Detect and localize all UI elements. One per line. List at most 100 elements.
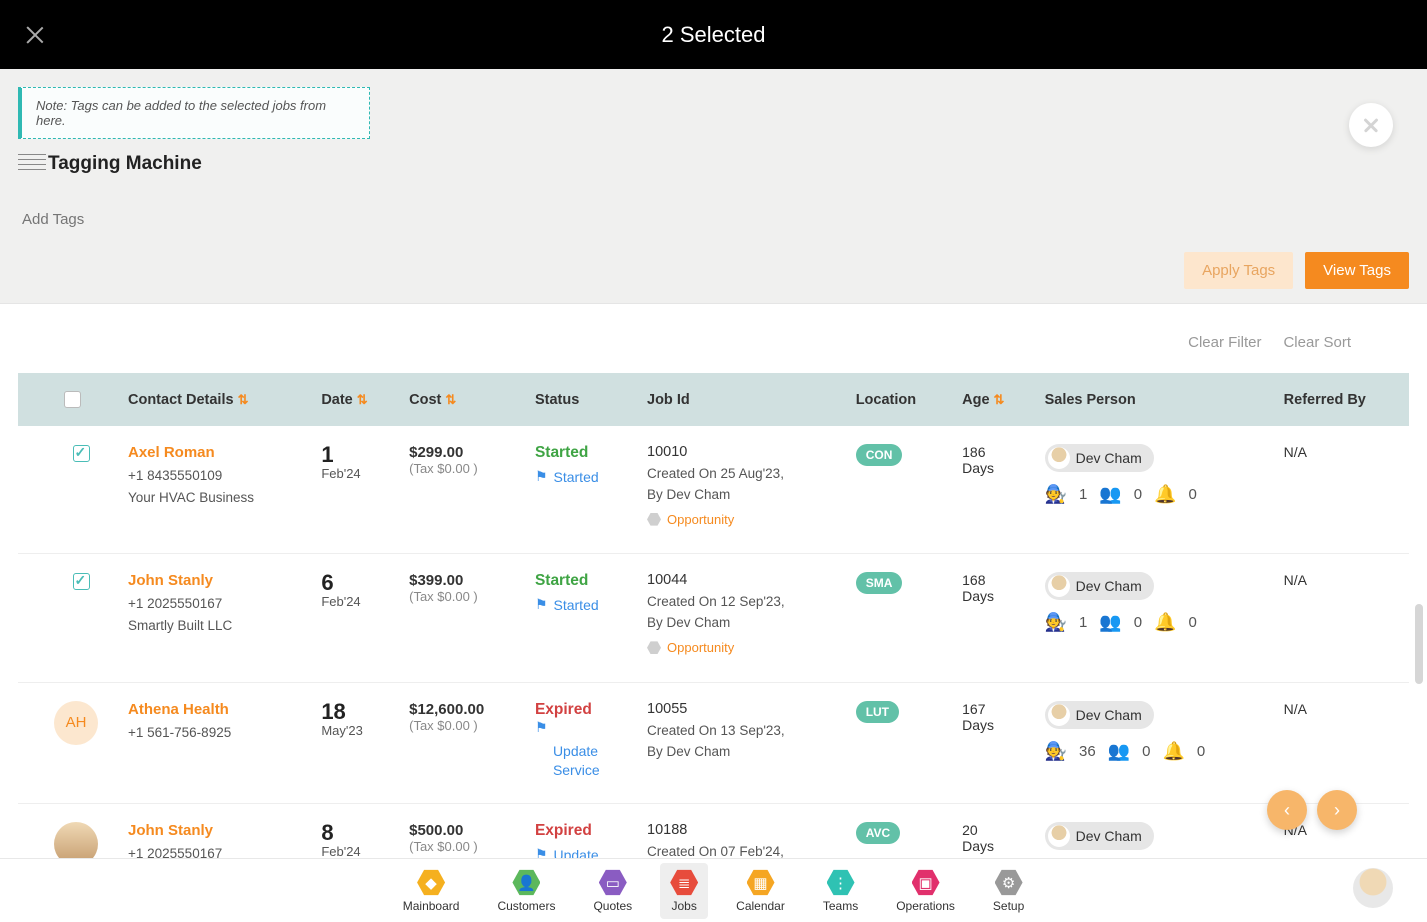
table-row[interactable]: Axel Roman +1 8435550109 Your HVAC Busin… [18,426,1409,554]
age-value: 167Days [952,682,1034,804]
row-checkbox[interactable] [73,445,90,462]
nav-teams[interactable]: ⋮Teams [813,863,868,919]
date-day: 1 [321,444,389,466]
opportunity-badge: Opportunity [647,512,734,527]
nav-label: Quotes [593,899,632,913]
col-contact[interactable]: Contact Details⇅ [118,373,311,426]
nav-jobs[interactable]: ≣Jobs [660,863,708,919]
prev-page-button[interactable]: ‹ [1267,790,1307,830]
group-icon: 👥 [1108,741,1130,762]
location-badge: CON [856,444,903,466]
tagging-note: Note: Tags can be added to the selected … [18,87,370,139]
tagging-panel: Note: Tags can be added to the selected … [0,69,1427,304]
row-checkbox[interactable] [73,573,90,590]
sort-icon[interactable]: ⇅ [994,392,1005,407]
sort-icon[interactable]: ⇅ [445,392,456,407]
col-location: Location [846,373,952,426]
cost-tax: (Tax $0.00 ) [409,589,515,604]
flag-icon: ⚑ [535,596,548,613]
operations-icon: ▣ [912,869,940,897]
close-panel-icon[interactable] [1349,103,1393,147]
cost-value: $12,600.00 [409,701,515,718]
date-day: 18 [321,701,389,723]
select-all-checkbox[interactable] [64,391,81,408]
hex-icon [647,512,661,526]
date-day: 8 [321,822,389,844]
referred-value: N/A [1274,682,1409,804]
location-badge: SMA [856,572,903,594]
person-icon: 🧑‍🔧 [1045,484,1067,505]
status-action-link[interactable]: ⚑Started [535,468,599,485]
sort-icon[interactable]: ⇅ [238,392,249,407]
col-sales: Sales Person [1035,373,1274,426]
nav-mainboard[interactable]: ◆Mainboard [393,863,470,919]
sales-person-chip[interactable]: Dev Cham [1045,444,1154,472]
bell-icon: 🔔 [1154,612,1176,633]
nav-calendar[interactable]: ▦Calendar [726,863,795,919]
table-row[interactable]: AH Athena Health +1 561-756-8925 18 May'… [18,682,1409,804]
next-page-button[interactable]: › [1317,790,1357,830]
nav-label: Setup [993,899,1024,913]
date-day: 6 [321,572,389,594]
date-month: Feb'24 [321,466,389,481]
status-value: Started [535,572,627,590]
sales-person-chip[interactable]: Dev Cham [1045,822,1154,850]
jobid-value: 10044 [647,572,836,588]
sales-person-chip[interactable]: Dev Cham [1045,701,1154,729]
cost-value: $299.00 [409,444,515,461]
cost-value: $500.00 [409,822,515,839]
mainboard-icon: ◆ [417,869,445,897]
bell-icon: 🔔 [1162,741,1184,762]
pagination-arrows: ‹ › [1267,790,1357,830]
clear-sort-link[interactable]: Clear Sort [1283,334,1351,351]
jobs-content: Clear Filter Clear Sort Contact Details⇅… [0,304,1427,871]
close-icon[interactable] [24,24,46,46]
jobid-value: 10188 [647,822,836,838]
contact-phone: +1 561-756-8925 [128,722,301,744]
sales-person-chip[interactable]: Dev Cham [1045,572,1154,600]
nav-operations[interactable]: ▣ Operations [886,863,965,919]
col-cost[interactable]: Cost⇅ [399,373,525,426]
nav-setup[interactable]: ⚙ Setup [983,863,1034,919]
profile-avatar[interactable] [1353,868,1393,908]
age-value: 168Days [952,554,1034,682]
quotes-icon: ▭ [599,869,627,897]
jobid-created: Created On 25 Aug'23, [647,464,836,485]
jobid-by: By Dev Cham [647,485,836,506]
avatar [1048,447,1070,469]
status-action-link[interactable]: UpdateService [553,742,627,780]
jobid-created: Created On 13 Sep'23, [647,721,836,742]
nav-label: Jobs [671,899,696,913]
sort-icon[interactable]: ⇅ [357,392,368,407]
scrollbar-thumb[interactable] [1415,604,1423,684]
nav-customers[interactable]: 👤Customers [487,863,565,919]
person-icon: 🧑‍🔧 [1045,612,1067,633]
clear-filter-link[interactable]: Clear Filter [1188,334,1261,351]
nav-quotes[interactable]: ▭ Quotes [583,863,642,919]
add-tags-input[interactable] [18,201,1409,234]
avatar: AH [54,701,98,745]
col-date[interactable]: Date⇅ [311,373,399,426]
contact-name[interactable]: John Stanly [128,572,301,589]
nav-label: Teams [823,899,858,913]
cost-tax: (Tax $0.00 ) [409,461,515,476]
contact-name[interactable]: Axel Roman [128,444,301,461]
cost-tax: (Tax $0.00 ) [409,839,515,854]
avatar [1048,825,1070,847]
apply-tags-button[interactable]: Apply Tags [1184,252,1293,289]
contact-company: Your HVAC Business [128,487,301,509]
setup-icon: ⚙ [995,869,1023,897]
col-age[interactable]: Age⇅ [952,373,1034,426]
contact-company: Smartly Built LLC [128,615,301,637]
col-jobid: Job Id [637,373,846,426]
cost-tax: (Tax $0.00 ) [409,718,515,733]
view-tags-button[interactable]: View Tags [1305,252,1409,289]
contact-phone: +1 8435550109 [128,465,301,487]
status-action-link[interactable]: ⚑Started [535,596,599,613]
contact-name[interactable]: Athena Health [128,701,301,718]
table-row[interactable]: John Stanly +1 2025550167 Smartly Built … [18,554,1409,682]
contact-name[interactable]: John Stanly [128,822,301,839]
nav-label: Operations [896,899,955,913]
col-referred: Referred By [1274,373,1409,426]
cost-value: $399.00 [409,572,515,589]
